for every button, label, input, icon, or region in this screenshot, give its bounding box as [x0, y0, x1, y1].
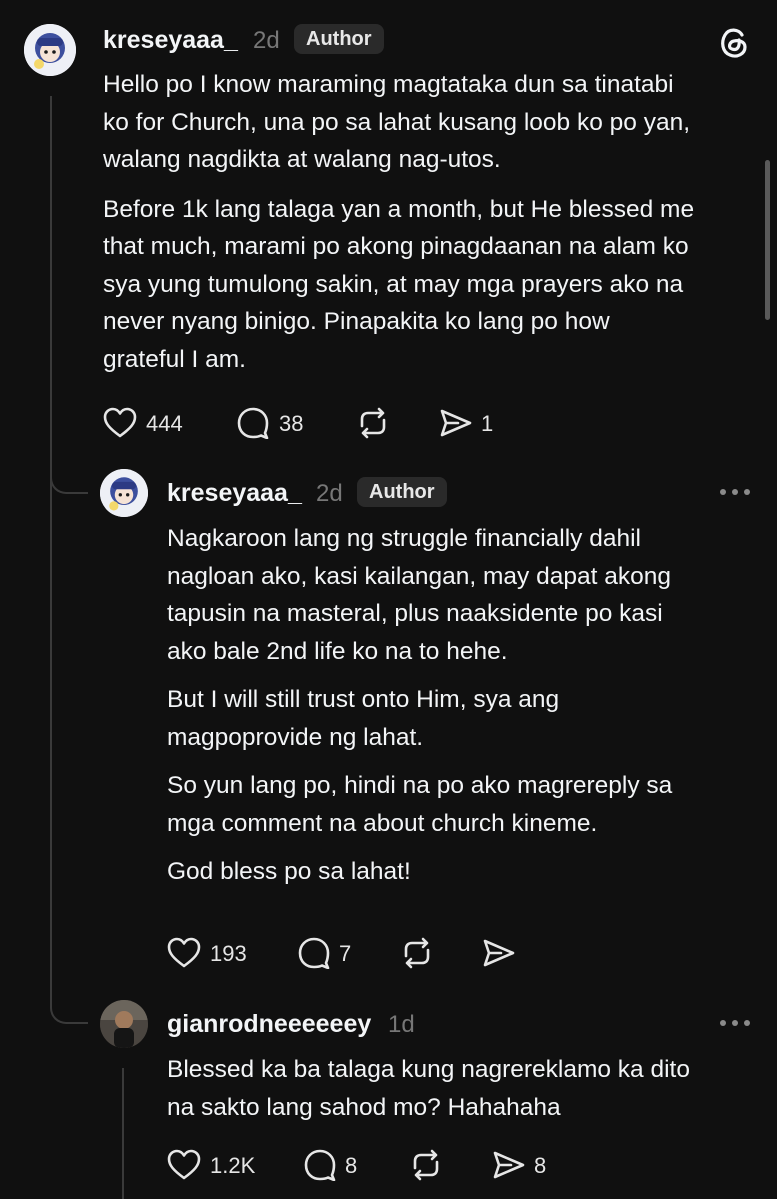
share-button[interactable] [482, 937, 518, 969]
share-button[interactable]: 1 [439, 407, 499, 439]
text-line: Hello po I know maraming magtataka dun s… [103, 71, 674, 98]
post-body: Hello po I know maraming magtataka dun s… [103, 66, 694, 378]
share-icon [440, 409, 472, 437]
share-icon [493, 1151, 525, 1179]
share-count: 1 [481, 411, 494, 436]
text-line: that much, marami po akong pinagdaanan n… [103, 233, 689, 260]
repost-button[interactable] [400, 937, 436, 969]
scrollbar[interactable] [765, 160, 770, 320]
reply-paragraph: Nagkaroon lang ng struggle financially d… [167, 520, 672, 670]
comment-icon [304, 1149, 336, 1181]
text-line: tapusin na masteral, plus naaksidente po… [167, 600, 663, 627]
like-button[interactable]: 1.2K [167, 1149, 267, 1181]
text-line: mga comment na about church kineme. [167, 809, 598, 837]
text-line: But I will still trust onto Him, sya ang [167, 686, 560, 713]
share-icon [483, 939, 515, 967]
text-line: grateful I am. [103, 345, 246, 373]
more-options-icon[interactable] [720, 487, 754, 497]
reply-paragraph: Blessed ka ba talaga kung nagrereklamo k… [167, 1051, 690, 1126]
post-paragraph: Hello po I know maraming magtataka dun s… [103, 66, 694, 179]
repost-icon [404, 937, 430, 969]
heart-icon [103, 407, 137, 438]
reply-paragraph: But I will still trust onto Him, sya ang… [167, 681, 672, 756]
avatar[interactable] [100, 469, 148, 517]
heart-icon [167, 1149, 201, 1180]
text-line: nagloan ako, kasi kailangan, may dapat a… [167, 562, 671, 590]
reply-username[interactable]: gianrodneeeeeey [167, 1010, 371, 1039]
reply-timestamp: 2d [316, 480, 343, 507]
reply-username[interactable]: kreseyaaa_ [167, 479, 302, 508]
heart-icon [167, 937, 201, 968]
thread-branch-1 [50, 470, 88, 494]
text-line: na sakto lang sahod mo? Hahahaha [167, 1093, 561, 1121]
text-line: God bless po sa lahat! [167, 858, 411, 885]
text-line: never nyang binigo. Pinapakita ko lang p… [103, 308, 610, 335]
comment-icon [237, 407, 269, 439]
reply-paragraph: God bless po sa lahat! [167, 853, 672, 891]
reply-timestamp: 1d [388, 1011, 415, 1038]
share-count: 8 [534, 1153, 547, 1178]
repost-button[interactable] [409, 1149, 445, 1181]
like-count: 1.2K [210, 1153, 256, 1178]
like-button[interactable]: 444 [103, 407, 193, 439]
text-line: ako bale 2nd life ko na to hehe. [167, 637, 508, 665]
reply-paragraph: So yun lang po, hindi na po ako magrerep… [167, 767, 672, 842]
text-line: sya yung tumulong sakin, at may mga pray… [103, 270, 684, 298]
comment-count: 8 [345, 1153, 358, 1178]
avatar[interactable] [24, 24, 76, 76]
text-line: walang nagdikta at walang nag-utos. [103, 146, 501, 173]
threads-logo-icon[interactable] [716, 24, 752, 60]
like-count: 444 [146, 411, 183, 436]
reply-body: Nagkaroon lang ng struggle financially d… [167, 520, 672, 891]
comment-icon [298, 937, 330, 969]
repost-button[interactable] [356, 407, 392, 439]
text-line: So yun lang po, hindi na po ako magrerep… [167, 772, 673, 799]
text-line: Nagkaroon lang ng struggle financially d… [167, 525, 641, 552]
repost-icon [413, 1149, 439, 1181]
text-line: Before 1k lang talaga yan a month, but H… [103, 195, 695, 223]
comment-count: 38 [279, 411, 304, 436]
post-paragraph: Before 1k lang talaga yan a month, but H… [103, 191, 694, 379]
comment-button[interactable]: 38 [236, 407, 316, 439]
like-count: 193 [210, 941, 247, 966]
more-options-icon[interactable] [720, 1018, 754, 1028]
comment-count: 7 [339, 941, 352, 966]
thread-line-main [50, 96, 52, 1006]
avatar[interactable] [100, 1000, 148, 1048]
reply-body: Blessed ka ba talaga kung nagrereklamo k… [167, 1051, 690, 1126]
text-line: Blessed ka ba talaga kung nagrereklamo k… [167, 1056, 690, 1083]
thread-branch-2 [50, 1000, 88, 1024]
author-badge: Author [357, 477, 447, 507]
post-timestamp: 2d [253, 27, 280, 54]
like-button[interactable]: 193 [167, 937, 257, 969]
comment-button[interactable]: 7 [297, 937, 357, 969]
share-button[interactable]: 8 [492, 1149, 552, 1181]
text-line: ko for Church, una po sa lahat kusang lo… [103, 108, 691, 136]
post-username[interactable]: kreseyaaa_ [103, 26, 238, 55]
text-line: magpoprovide ng lahat. [167, 723, 424, 751]
comment-button[interactable]: 8 [303, 1149, 363, 1181]
thread-line-reply2 [122, 1068, 124, 1199]
repost-icon [360, 407, 386, 439]
author-badge: Author [294, 24, 384, 54]
